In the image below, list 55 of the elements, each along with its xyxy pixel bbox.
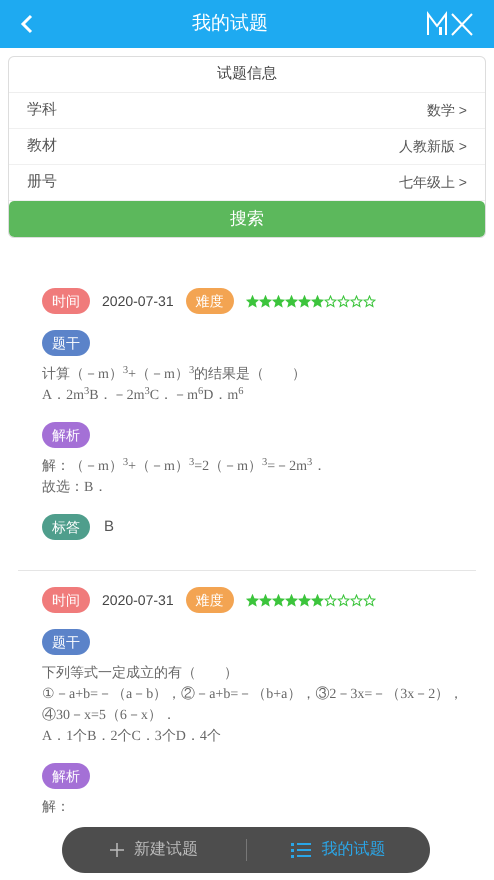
star-icon	[310, 294, 324, 308]
row-label: 教材	[27, 136, 57, 156]
tag-badge: 难度	[186, 288, 234, 314]
star-icon	[350, 594, 363, 606]
star-icon	[258, 594, 272, 606]
star-icon	[284, 294, 298, 308]
star-icon	[298, 594, 311, 606]
row-label: 册号	[27, 172, 57, 192]
tag-badge: 时间	[42, 587, 90, 613]
star-icon	[324, 294, 337, 308]
question-text: 解：（－m）$^{3}$+（－m）$^{3}$=2（－m）$^{3}$=－2m$^{3}$．	[42, 456, 328, 476]
star-icon	[258, 294, 272, 308]
question-text: A．2m$^{3}$B．－2m$^{3}$C．－m$^{6}$D．m$^{6}$	[42, 385, 244, 405]
tag-badge: 时间	[42, 288, 90, 314]
date-text: 2020-07-31	[102, 590, 174, 610]
tag-badge: 难度	[186, 587, 234, 613]
star-icon	[324, 594, 337, 606]
question-text: 故选：B．	[42, 478, 108, 497]
star-icon	[350, 294, 363, 308]
row-value: 数学 >	[426, 101, 467, 120]
star-icon	[310, 594, 324, 606]
tag-badge: 标答	[42, 514, 90, 540]
card-title: 试题信息	[9, 57, 485, 93]
question-text: 计算（－m）$^{3}$+（－m）$^{3}$的结果是（ ）	[42, 364, 308, 384]
star-icon	[298, 294, 311, 308]
question-text: ①－a+b=－（a－b），②－a+b=－（b+a），③2－3x=－（3x－2），④30－x=5（6－x）．	[42, 686, 464, 725]
back-icon[interactable]	[20, 14, 34, 34]
logo-icon	[426, 11, 474, 37]
date-text: 2020-07-31	[102, 292, 174, 310]
star-icon	[362, 594, 376, 606]
star-icon	[272, 594, 285, 606]
star-icon	[246, 294, 259, 308]
info-row[interactable]: 学科 数学 >	[9, 93, 485, 129]
row-label: 学科	[27, 100, 57, 120]
info-row[interactable]: 教材 人教新版 >	[9, 129, 485, 165]
tag-badge: 解析	[42, 422, 90, 448]
tag-badge: 题干	[42, 629, 90, 655]
header-title: 我的试题	[192, 12, 268, 36]
question-text: 下列等式一定成立的有（ ）	[42, 664, 239, 683]
star-icon	[336, 594, 350, 606]
question-text: 解：	[42, 799, 71, 817]
star-icon	[246, 594, 259, 606]
star-icon	[362, 294, 376, 308]
row-value: 七年级上 >	[398, 173, 467, 192]
star-icon	[336, 294, 350, 308]
bottom-tab[interactable]: 新建试题	[62, 838, 246, 862]
plus-icon	[110, 843, 124, 857]
star-icon	[272, 294, 285, 308]
question-text: A．1个B．2个C．3个D．4个	[42, 728, 222, 746]
answer-text: B	[104, 516, 114, 537]
star-icon	[284, 594, 298, 606]
tag-badge: 题干	[42, 330, 90, 356]
row-value: 人教新版 >	[398, 137, 467, 156]
list-icon	[291, 842, 312, 858]
tag-badge: 解析	[42, 763, 90, 789]
